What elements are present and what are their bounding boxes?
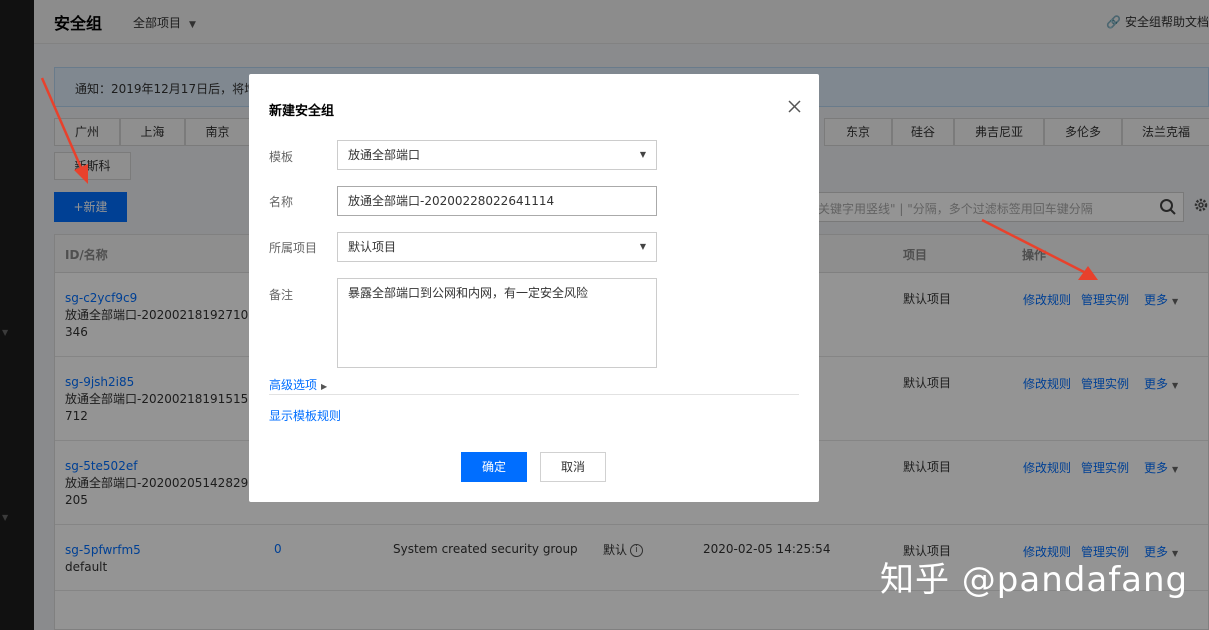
watermark: 知乎 @pandafang <box>880 560 1189 600</box>
dialog-title: 新建安全组 <box>269 104 335 119</box>
divider <box>269 394 799 395</box>
confirm-button[interactable]: 确定 <box>461 452 527 482</box>
project-select[interactable]: 默认项目 ▼ <box>337 232 657 262</box>
project-value: 默认项目 <box>348 240 397 254</box>
template-value: 放通全部端口 <box>348 148 421 162</box>
advanced-options-label: 高级选项 <box>269 378 318 392</box>
name-label: 名称 <box>269 195 294 209</box>
name-input[interactable]: 放通全部端口-20200228022641114 <box>337 186 657 216</box>
chevron-right-icon: ▶ <box>321 382 328 391</box>
template-label: 模板 <box>269 150 294 164</box>
new-security-group-dialog: 新建安全组 模板 放通全部端口 ▼ 名称 放通全部端口-2020022802264… <box>249 74 819 502</box>
advanced-options-toggle[interactable]: 高级选项 ▶ <box>269 376 327 393</box>
show-template-rules-link[interactable]: 显示模板规则 <box>269 407 341 424</box>
chevron-down-icon: ▼ <box>639 242 646 251</box>
cancel-button[interactable]: 取消 <box>540 452 606 482</box>
remark-textarea[interactable]: 暴露全部端口到公网和内网，有一定安全风险 <box>337 278 657 368</box>
project-label: 所属项目 <box>269 241 318 255</box>
chevron-down-icon: ▼ <box>639 150 646 159</box>
remark-label: 备注 <box>269 288 294 302</box>
close-icon[interactable] <box>788 100 801 113</box>
template-select[interactable]: 放通全部端口 ▼ <box>337 140 657 170</box>
